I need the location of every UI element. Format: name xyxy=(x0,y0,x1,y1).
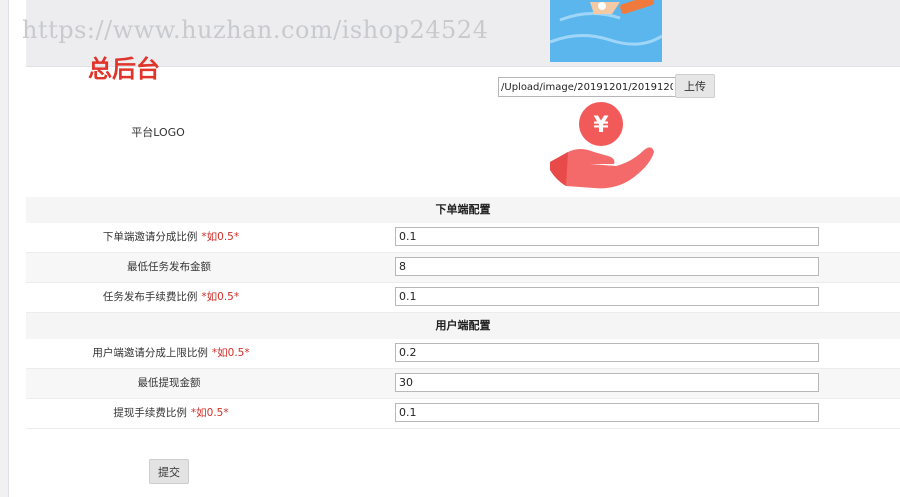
order-config-header: 下单端配置 xyxy=(26,197,900,223)
row-label: 下单端邀请分成比例 xyxy=(102,231,198,243)
row-label: 提现手续费比例 xyxy=(113,407,187,419)
order-invite-ratio-input[interactable] xyxy=(395,227,819,246)
user-invite-cap-ratio-input[interactable] xyxy=(395,343,819,362)
min-task-amount-input[interactable] xyxy=(395,257,819,276)
task-fee-ratio-input[interactable] xyxy=(395,287,819,306)
user-config-header: 用户端配置 xyxy=(26,313,900,339)
row-hint: *如0.5* xyxy=(201,231,240,243)
platform-logo-label: 平台LOGO xyxy=(131,126,185,139)
row-label: 最低提现金额 xyxy=(137,377,201,389)
min-withdraw-input[interactable] xyxy=(395,373,819,392)
hand-coin-logo-icon: ¥ xyxy=(550,102,654,189)
left-scroll-rail xyxy=(0,0,9,497)
banner-image xyxy=(550,0,662,62)
logo-preview: ¥ xyxy=(546,100,656,192)
yuan-symbol: ¥ xyxy=(593,113,609,138)
row-hint: *如0.5* xyxy=(190,407,229,419)
watermark-url: https://www.huzhan.com/ishop24524 xyxy=(22,16,489,44)
row-hint: *如0.5* xyxy=(211,347,250,359)
row-hint: *如0.5* xyxy=(201,291,240,303)
logo-path-input[interactable] xyxy=(498,77,676,97)
user-row-min-withdraw: 最低提现金额 xyxy=(26,369,900,399)
row-label: 最低任务发布金额 xyxy=(127,261,211,273)
user-row-withdraw-fee-ratio: 提现手续费比例 *如0.5* xyxy=(26,399,900,429)
banner-illustration-icon xyxy=(550,0,662,62)
withdraw-fee-ratio-input[interactable] xyxy=(395,403,819,422)
admin-title: 总后台 xyxy=(88,55,160,83)
order-row-min-task-amount: 最低任务发布金额 xyxy=(26,253,900,283)
order-row-invite-ratio: 下单端邀请分成比例 *如0.5* xyxy=(26,223,900,253)
order-row-task-fee-ratio: 任务发布手续费比例 *如0.5* xyxy=(26,283,900,313)
submit-button[interactable]: 提交 xyxy=(149,459,189,484)
row-label: 任务发布手续费比例 xyxy=(102,291,198,303)
user-row-invite-cap-ratio: 用户端邀请分成上限比例 *如0.5* xyxy=(26,339,900,369)
upload-button[interactable]: 上传 xyxy=(675,74,715,98)
row-label: 用户端邀请分成上限比例 xyxy=(92,347,208,359)
admin-settings-page: https://www.huzhan.com/ishop24524 总后台 平台… xyxy=(0,0,900,497)
